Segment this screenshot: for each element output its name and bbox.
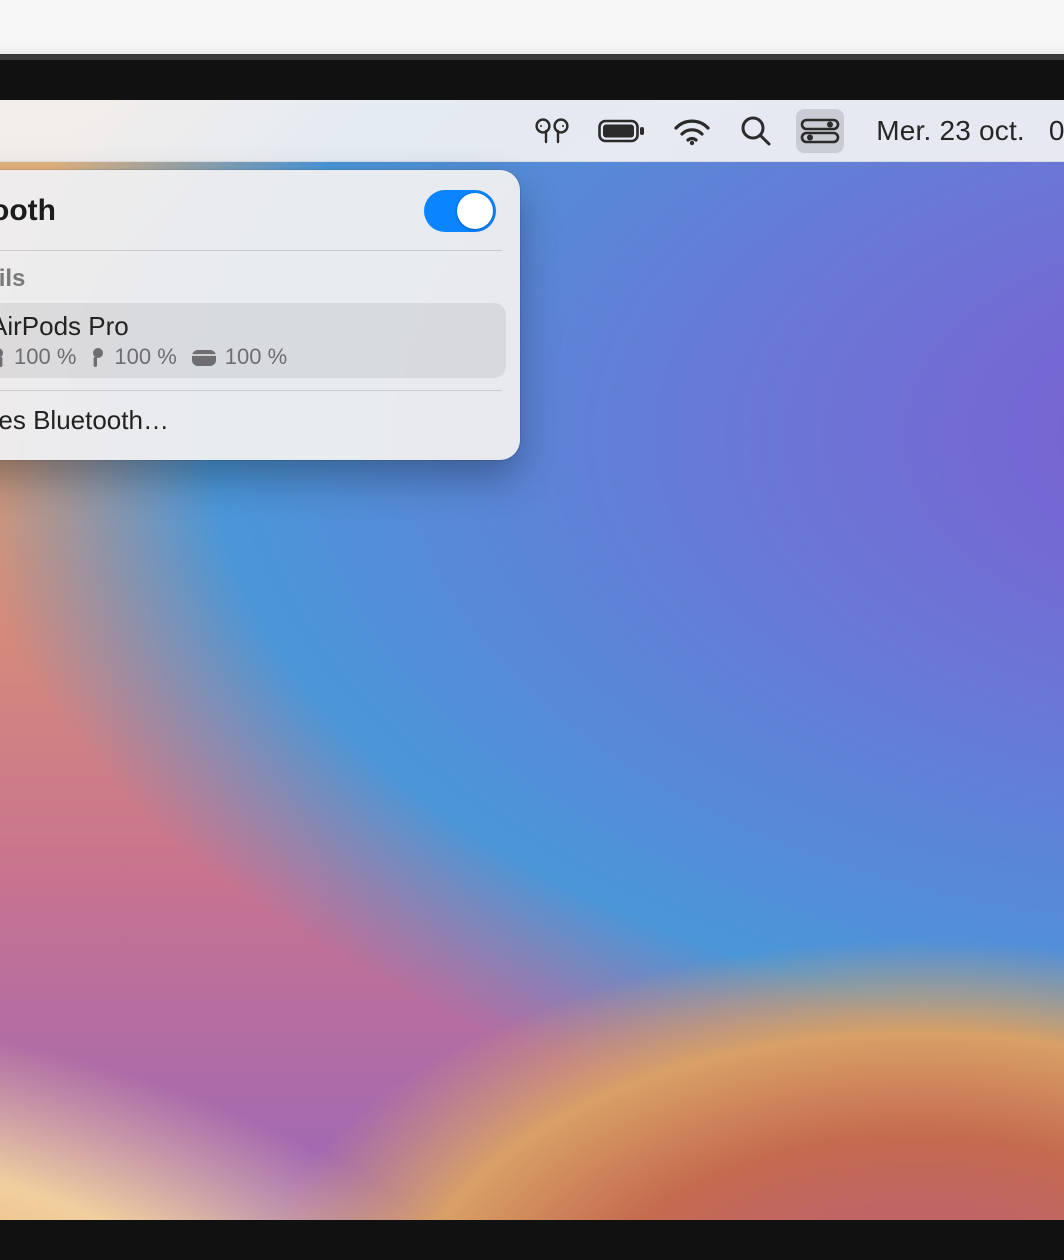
bluetooth-toggle-knob xyxy=(457,193,493,229)
screen: Mer. 23 oct. 09:41 Bluetooth Appareils xyxy=(0,100,1064,1220)
menu-bar: Mer. 23 oct. 09:41 xyxy=(0,100,1064,162)
menubar-spotlight-icon[interactable] xyxy=(734,109,778,153)
photo-background: Mer. 23 oct. 09:41 Bluetooth Appareils xyxy=(0,0,1064,640)
menubar-battery-icon[interactable] xyxy=(594,109,650,153)
bluetooth-popover: Bluetooth Appareils xyxy=(0,170,520,460)
menubar-control-center-icon[interactable] xyxy=(796,109,844,153)
menubar-date[interactable]: Mer. 23 oct. xyxy=(862,109,1031,153)
bluetooth-toggle[interactable] xyxy=(424,190,496,232)
battery-case-value: 100 % xyxy=(225,344,287,370)
battery-right-value: 100 % xyxy=(114,344,176,370)
device-row-airpods[interactable]: AirPods Pro 100 % xyxy=(0,303,506,378)
bluetooth-title: Bluetooth xyxy=(0,194,56,228)
device-battery-line: 100 % 100 % xyxy=(0,344,287,370)
devices-section-label: Appareils xyxy=(0,251,520,299)
bluetooth-settings-link[interactable]: Réglages Bluetooth… xyxy=(0,391,520,456)
airpods-case-icon xyxy=(191,347,217,367)
menubar-wifi-icon[interactable] xyxy=(668,109,716,153)
airpod-left-icon xyxy=(0,346,6,368)
battery-left-value: 100 % xyxy=(14,344,76,370)
laptop-bezel: Mer. 23 oct. 09:41 Bluetooth Appareils xyxy=(0,60,1064,1260)
menubar-date-text: Mer. 23 oct. xyxy=(876,115,1025,147)
menubar-airpods-icon[interactable] xyxy=(528,109,576,153)
device-name: AirPods Pro xyxy=(0,311,287,342)
airpod-right-icon xyxy=(90,346,106,368)
menubar-time-text: 09:41 xyxy=(1049,115,1064,147)
menubar-time[interactable]: 09:41 xyxy=(1049,109,1064,153)
